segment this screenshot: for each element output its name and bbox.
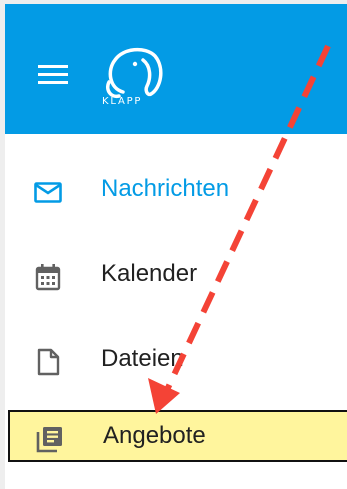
hamburger-menu-icon xyxy=(38,65,68,84)
app-window: KLAPP Nachrichten Kalender Dateien Angeb… xyxy=(5,4,347,489)
sidebar-item-angebote[interactable]: Angebote xyxy=(8,410,347,462)
sidebar-item-dateien[interactable]: Dateien xyxy=(5,329,347,389)
logo-text: KLAPP xyxy=(102,96,143,107)
library-books-icon xyxy=(36,427,62,453)
sidebar-item-kalender[interactable]: Kalender xyxy=(5,244,347,304)
menu-button[interactable] xyxy=(35,60,71,90)
file-icon xyxy=(37,348,60,376)
app-header: KLAPP xyxy=(5,4,347,134)
calendar-icon xyxy=(35,264,61,291)
klapp-elephant-logo-icon[interactable] xyxy=(101,42,171,122)
envelope-icon xyxy=(34,182,62,203)
sidebar-item-label: Nachrichten xyxy=(101,175,230,202)
sidebar-item-label: Kalender xyxy=(101,260,198,287)
sidebar-item-label: Dateien xyxy=(101,345,184,372)
sidebar-item-label: Angebote xyxy=(103,422,206,449)
sidebar-item-nachrichten[interactable]: Nachrichten xyxy=(5,159,347,219)
